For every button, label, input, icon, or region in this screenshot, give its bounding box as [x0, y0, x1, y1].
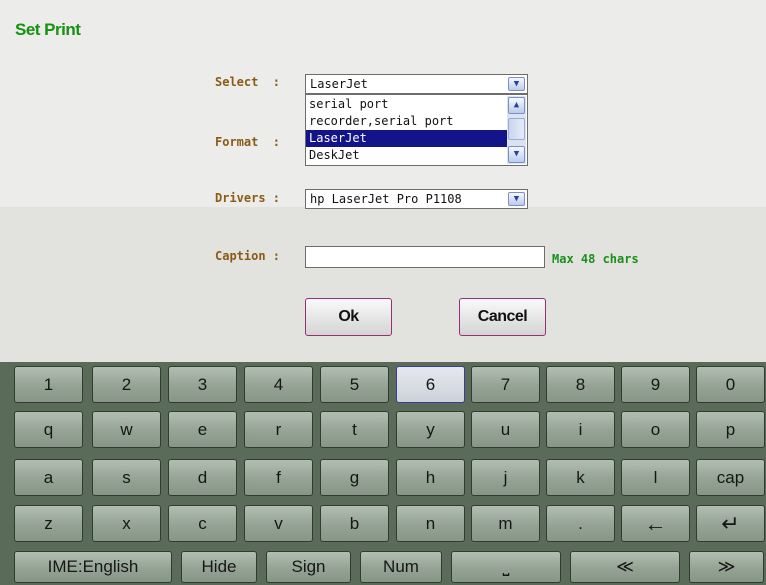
option-laserjet[interactable]: LaserJet	[306, 130, 518, 147]
num-key[interactable]: Num	[360, 551, 442, 583]
key-v[interactable]: v	[244, 505, 313, 542]
key-cap[interactable]: cap	[696, 459, 765, 496]
dialog-title: Set Print	[15, 20, 81, 39]
scroll-thumb[interactable]	[508, 118, 525, 140]
next-page-icon: ≫	[717, 557, 736, 576]
chevron-down-icon[interactable]: ▼	[508, 77, 525, 91]
key-0[interactable]: 0	[696, 366, 765, 403]
scroll-down-icon[interactable]: ▼	[508, 146, 525, 163]
select-dropdown[interactable]: LaserJet ▼	[305, 74, 528, 94]
key-7[interactable]: 7	[471, 366, 540, 403]
caption-input[interactable]	[305, 246, 545, 268]
key-period[interactable]: .	[546, 505, 615, 542]
key-r[interactable]: r	[244, 411, 313, 448]
key-5[interactable]: 5	[320, 366, 389, 403]
key-d[interactable]: d	[168, 459, 237, 496]
key-b[interactable]: b	[320, 505, 389, 542]
options-scrollbar[interactable]: ▲ ▼	[507, 96, 526, 164]
key-3[interactable]: 3	[168, 366, 237, 403]
key-t[interactable]: t	[320, 411, 389, 448]
key-e[interactable]: e	[168, 411, 237, 448]
select-options-list[interactable]: serial port recorder,serial port LaserJe…	[305, 94, 528, 166]
hide-key[interactable]: Hide	[181, 551, 257, 583]
ime-english-key[interactable]: IME:English	[14, 551, 172, 583]
option-serial-port[interactable]: serial port	[306, 96, 518, 113]
caption-hint: Max 48 chars	[552, 252, 639, 266]
cancel-button[interactable]: Cancel	[459, 298, 546, 336]
key-m[interactable]: m	[471, 505, 540, 542]
on-screen-keyboard: 1 2 3 4 5 6 7 8 9 0 q w e r t y u i o p a s d f g h j k l cap z x c v b n m.…	[0, 362, 766, 585]
space-icon: ⎵	[502, 557, 510, 576]
key-i[interactable]: i	[546, 411, 615, 448]
option-deskjet[interactable]: DeskJet	[306, 147, 518, 164]
key-u[interactable]: u	[471, 411, 540, 448]
key-f[interactable]: f	[244, 459, 313, 496]
drivers-value: hp LaserJet Pro P1108	[310, 192, 462, 206]
format-label: Format :	[215, 135, 281, 149]
key-y[interactable]: y	[396, 411, 465, 448]
key-6[interactable]: 6	[396, 366, 465, 403]
key-a[interactable]: a	[14, 459, 83, 496]
key-w[interactable]: w	[92, 411, 161, 448]
drivers-dropdown[interactable]: hp LaserJet Pro P1108 ▼	[305, 189, 528, 209]
key-z[interactable]: z	[14, 505, 83, 542]
prev-page-key[interactable]: ≪	[570, 551, 680, 583]
key-2[interactable]: 2	[92, 366, 161, 403]
prev-page-icon: ≪	[616, 557, 634, 576]
key-l[interactable]: l	[621, 459, 690, 496]
ok-button[interactable]: Ok	[305, 298, 392, 336]
enter-icon: ↵	[721, 511, 740, 536]
select-label: Select :	[215, 75, 281, 89]
chevron-down-icon[interactable]: ▼	[508, 192, 525, 206]
key-q[interactable]: q	[14, 411, 83, 448]
next-page-key[interactable]: ≫	[689, 551, 764, 583]
key-8[interactable]: 8	[546, 366, 615, 403]
key-g[interactable]: g	[320, 459, 389, 496]
key-1[interactable]: 1	[14, 366, 83, 403]
key-h[interactable]: h	[396, 459, 465, 496]
drivers-label: Drivers :	[215, 191, 281, 205]
key-n[interactable]: n	[396, 505, 465, 542]
backspace-key[interactable]: ←	[621, 505, 690, 542]
space-key[interactable]: ⎵	[451, 551, 561, 583]
enter-key[interactable]: ↵	[696, 505, 765, 542]
key-s[interactable]: s	[92, 459, 161, 496]
backspace-icon: ←	[644, 511, 667, 536]
key-p[interactable]: p	[696, 411, 765, 448]
scroll-up-icon[interactable]: ▲	[508, 97, 525, 114]
key-k[interactable]: k	[546, 459, 615, 496]
key-j[interactable]: j	[471, 459, 540, 496]
option-recorder-serial-port[interactable]: recorder,serial port	[306, 113, 518, 130]
select-value: LaserJet	[310, 77, 368, 91]
caption-label: Caption :	[215, 249, 281, 263]
dialog-lower-panel	[0, 207, 766, 362]
key-o[interactable]: o	[621, 411, 690, 448]
key-9[interactable]: 9	[621, 366, 690, 403]
key-x[interactable]: x	[92, 505, 161, 542]
key-c[interactable]: c	[168, 505, 237, 542]
sign-key[interactable]: Sign	[266, 551, 351, 583]
key-4[interactable]: 4	[244, 366, 313, 403]
